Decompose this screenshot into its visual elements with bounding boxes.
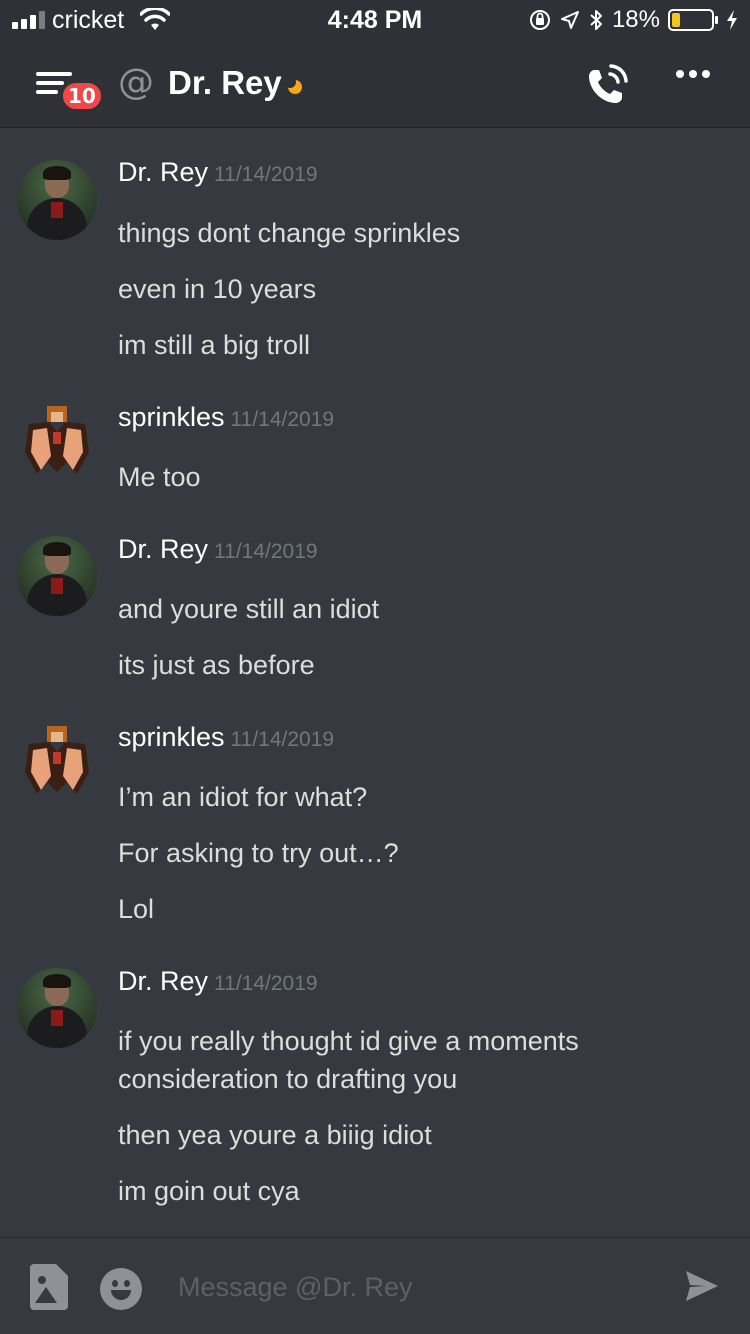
message-text[interactable]: its just as before — [118, 646, 315, 684]
idle-status-icon — [284, 76, 302, 94]
dr-rey-avatar[interactable] — [17, 968, 97, 1048]
message-input[interactable] — [178, 1264, 658, 1310]
signal-icon — [12, 11, 45, 29]
message-text[interactable]: consideration to drafting you — [118, 1060, 457, 1098]
sprinkles-avatar[interactable] — [17, 402, 97, 482]
message-text[interactable]: and youre still an idiot — [118, 590, 379, 628]
sprinkles-avatar[interactable] — [17, 722, 97, 802]
battery-percent: 18% — [611, 6, 660, 33]
message-text[interactable]: if you really thought id give a moments — [118, 1022, 579, 1060]
message-text[interactable]: im goin out cya — [118, 1172, 300, 1210]
message-text[interactable]: even in 10 years — [118, 270, 316, 308]
charging-icon — [727, 10, 737, 30]
message-text[interactable]: Me too — [118, 458, 201, 496]
at-icon: @ — [118, 62, 154, 103]
call-icon[interactable] — [584, 62, 630, 108]
message-timestamp: 11/14/2019 — [214, 540, 318, 563]
message-text[interactable]: things dont change sprinkles — [118, 214, 460, 252]
message-timestamp: 11/14/2019 — [230, 728, 335, 751]
message-author[interactable]: Dr. Rey — [118, 966, 208, 996]
dm-title[interactable]: Dr. Rey — [168, 64, 282, 102]
dr-rey-avatar[interactable] — [17, 160, 97, 240]
image-upload-icon[interactable] — [30, 1264, 68, 1310]
status-bar: cricket 4:48 PM 18% — [0, 0, 750, 40]
message-text[interactable]: For asking to try out…? — [118, 834, 399, 872]
wifi-icon — [140, 8, 170, 30]
message-author[interactable]: Dr. Rey — [118, 534, 208, 564]
message-text[interactable]: I’m an idiot for what? — [118, 778, 367, 816]
battery-icon — [668, 9, 718, 31]
message-timestamp: 11/14/2019 — [230, 408, 335, 431]
message-text[interactable]: Lol — [118, 890, 154, 928]
dr-rey-avatar[interactable] — [17, 536, 97, 616]
message-text[interactable]: im still a big troll — [118, 326, 310, 364]
send-icon[interactable] — [684, 1268, 720, 1304]
message-author[interactable]: sprinkles — [118, 722, 225, 752]
message-author[interactable]: sprinkles — [118, 402, 225, 432]
bluetooth-icon — [590, 10, 602, 30]
location-icon — [560, 11, 579, 29]
message-timestamp: 11/14/2019 — [214, 163, 318, 186]
message-text[interactable]: then yea youre a biiig idiot — [118, 1116, 432, 1154]
message-list[interactable]: Dr. Rey 11/14/2019 things dont change spr… — [0, 129, 750, 1237]
dm-header: 10 @ Dr. Rey — [0, 40, 750, 128]
message-author[interactable]: Dr. Rey — [118, 157, 208, 187]
emoji-icon[interactable] — [100, 1268, 142, 1310]
message-timestamp: 11/14/2019 — [214, 972, 318, 995]
unread-badge: 10 — [60, 80, 104, 112]
more-options-icon[interactable] — [676, 70, 710, 78]
orientation-lock-icon — [529, 10, 550, 30]
carrier-label: cricket — [52, 6, 125, 34]
message-composer — [0, 1237, 750, 1334]
